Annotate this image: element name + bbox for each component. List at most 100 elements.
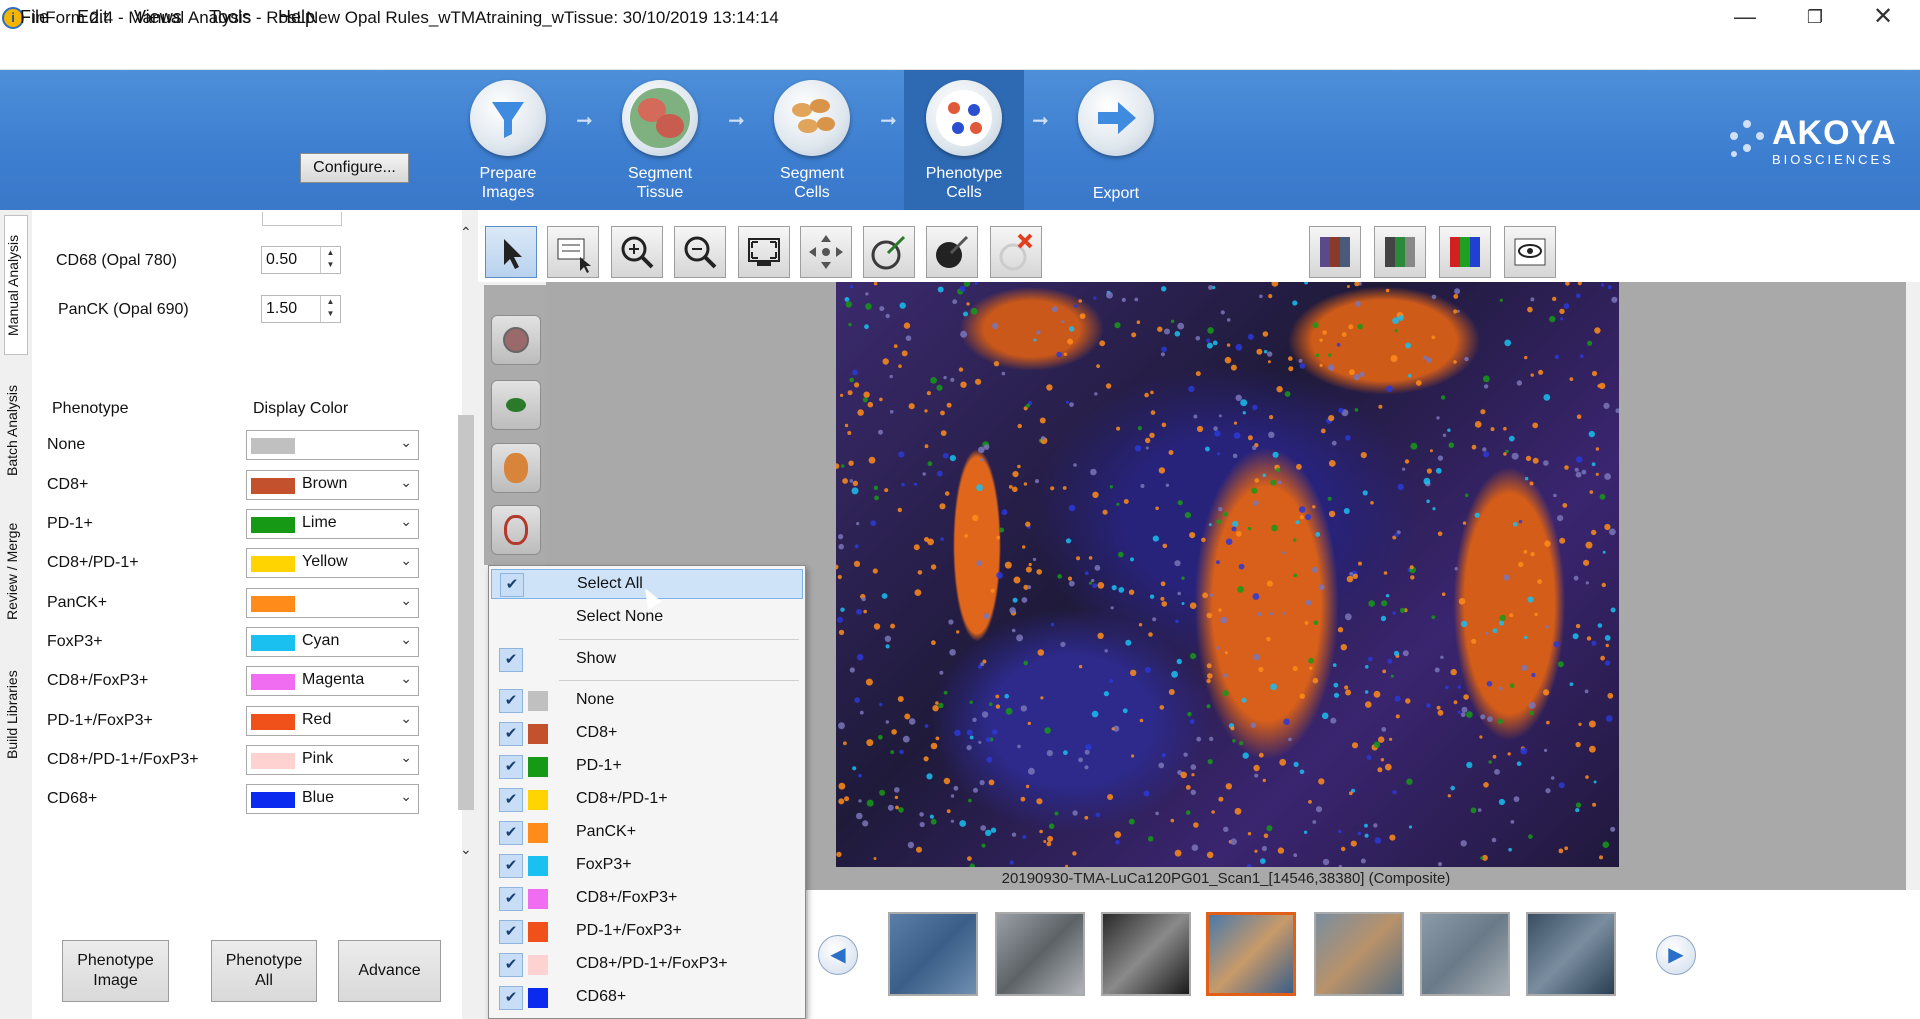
panck-threshold-input[interactable]: 1.50 ▲ ▼ bbox=[261, 295, 341, 323]
cell-dot bbox=[1576, 414, 1582, 419]
cell-dot bbox=[932, 705, 939, 712]
menu-phenotype-item[interactable]: ✔ CD8+/PD-1+/FoxP3+ bbox=[491, 950, 803, 980]
cell-dot bbox=[844, 297, 850, 302]
menu-phenotype-item[interactable]: ✔ CD8+/PD-1+ bbox=[491, 785, 803, 815]
cell-dot bbox=[1288, 737, 1292, 742]
menu-phenotype-item[interactable]: ✔ CD8+/FoxP3+ bbox=[491, 884, 803, 914]
draw-region-icon[interactable] bbox=[863, 226, 915, 278]
cell-dot bbox=[1549, 315, 1556, 323]
cell-dot bbox=[1090, 468, 1097, 476]
thumbnail[interactable] bbox=[995, 912, 1085, 996]
thumbnail[interactable] bbox=[888, 912, 978, 996]
select-list-icon[interactable] bbox=[547, 226, 599, 278]
cell-dot bbox=[1510, 820, 1515, 824]
thumbnail-selected[interactable] bbox=[1206, 912, 1296, 996]
configure-button[interactable]: Configure... bbox=[300, 153, 409, 183]
cell-dot bbox=[838, 534, 844, 540]
menu-phenotype-item[interactable]: ✔ CD68+ bbox=[491, 983, 803, 1013]
thumbnail[interactable] bbox=[1314, 912, 1404, 996]
tissue-image[interactable] bbox=[833, 280, 1620, 869]
step-segment-tissue[interactable]: Segment Tissue bbox=[600, 70, 720, 210]
zoom-out-icon[interactable] bbox=[674, 226, 726, 278]
cell-dot bbox=[854, 382, 860, 388]
clear-region-icon[interactable] bbox=[990, 226, 1042, 278]
cell-dot bbox=[1354, 281, 1360, 287]
menu-phenotype-item[interactable]: ✔ PD-1+/FoxP3+ bbox=[491, 917, 803, 947]
menu-phenotype-item[interactable]: ✔ CD8+ bbox=[491, 719, 803, 749]
display-color-select[interactable]: ⌄ bbox=[246, 430, 419, 460]
zoom-in-icon[interactable] bbox=[611, 226, 663, 278]
cell-dot bbox=[1104, 649, 1108, 653]
menu-help[interactable]: Help bbox=[278, 7, 315, 28]
display-color-select[interactable]: ⌄ bbox=[246, 588, 419, 618]
display-color-select[interactable]: Red ⌄ bbox=[246, 706, 419, 736]
close-button[interactable]: ✕ bbox=[1848, 0, 1918, 36]
display-color-select[interactable]: Brown ⌄ bbox=[246, 470, 419, 500]
menu-views[interactable]: Views bbox=[134, 7, 182, 28]
tab-review-merge[interactable]: Review / Merge bbox=[4, 506, 28, 636]
pointer-icon[interactable] bbox=[485, 226, 537, 278]
cell-dot bbox=[1230, 838, 1237, 845]
eye-icon[interactable] bbox=[1504, 226, 1556, 278]
cell-dot bbox=[1063, 750, 1068, 756]
display-color-select[interactable]: Pink ⌄ bbox=[246, 745, 419, 775]
display-color-select[interactable]: Blue ⌄ bbox=[246, 784, 419, 814]
display-color-select[interactable]: Cyan ⌄ bbox=[246, 627, 419, 657]
display-color-select[interactable]: Yellow ⌄ bbox=[246, 548, 419, 578]
cell-dot bbox=[1602, 841, 1610, 848]
cell-dot bbox=[1313, 620, 1319, 625]
scroll-up-arrow[interactable]: ⌃ bbox=[460, 224, 472, 241]
minimize-button[interactable]: — bbox=[1710, 0, 1780, 36]
composite-view-icon[interactable] bbox=[1309, 226, 1361, 278]
cd68-threshold-input[interactable]: 0.50 ▲ ▼ bbox=[261, 246, 341, 274]
display-color-select[interactable]: Lime ⌄ bbox=[246, 509, 419, 539]
advance-button[interactable]: Advance bbox=[338, 940, 441, 1002]
cell-dot bbox=[1569, 682, 1574, 686]
tab-manual-analysis[interactable]: Manual Analysis bbox=[4, 215, 28, 355]
spin-arrows-icon[interactable]: ▲ ▼ bbox=[320, 247, 340, 273]
menu-phenotype-item[interactable]: ✔ FoxP3+ bbox=[491, 851, 803, 881]
fit-to-window-icon[interactable] bbox=[738, 226, 790, 278]
cell-dot bbox=[1293, 538, 1297, 542]
cell-dot bbox=[1099, 340, 1106, 347]
color-swatch bbox=[528, 790, 548, 810]
thumbnail[interactable] bbox=[1526, 912, 1616, 996]
cell-overlay-icon[interactable] bbox=[491, 380, 541, 430]
phenotype-overlay-icon[interactable] bbox=[491, 505, 541, 555]
cell-dot bbox=[1158, 762, 1165, 769]
cell-dot bbox=[1012, 597, 1018, 603]
next-image-arrow[interactable]: ▶ bbox=[1656, 935, 1696, 975]
display-color-select[interactable]: Magenta ⌄ bbox=[246, 666, 419, 696]
menu-tools[interactable]: Tools bbox=[209, 7, 251, 28]
cell-dot bbox=[1599, 855, 1603, 860]
step-segment-cells[interactable]: Segment Cells bbox=[752, 70, 872, 210]
tab-batch-analysis[interactable]: Batch Analysis bbox=[4, 370, 28, 490]
menu-edit[interactable]: Edit bbox=[77, 7, 108, 28]
step-export[interactable]: Export bbox=[1056, 70, 1176, 210]
step-phenotype-cells[interactable]: Phenotype Cells bbox=[904, 70, 1024, 210]
scroll-down-arrow[interactable]: ⌄ bbox=[460, 841, 472, 858]
menu-phenotype-item[interactable]: ✔ None bbox=[491, 686, 803, 716]
spin-arrows-icon[interactable]: ▲ ▼ bbox=[320, 296, 340, 322]
step-prepare-images[interactable]: Prepare Images bbox=[448, 70, 568, 210]
draw-filled-region-icon[interactable] bbox=[926, 226, 978, 278]
cell-dot bbox=[1261, 845, 1267, 852]
cell-dot bbox=[1027, 767, 1035, 775]
tab-build-libraries[interactable]: Build Libraries bbox=[4, 655, 28, 775]
phenotype-all-button[interactable]: Phenotype All bbox=[211, 940, 317, 1002]
scrollbar-thumb[interactable] bbox=[458, 415, 474, 810]
menu-phenotype-item[interactable]: ✔ PD-1+ bbox=[491, 752, 803, 782]
pan-icon[interactable] bbox=[800, 226, 852, 278]
phenotype-image-button[interactable]: Phenotype Image bbox=[62, 940, 169, 1002]
thumbnail[interactable] bbox=[1101, 912, 1191, 996]
thumbnail[interactable] bbox=[1420, 912, 1510, 996]
tissue-overlay-icon[interactable] bbox=[491, 315, 541, 365]
rgb-view-icon[interactable] bbox=[1439, 226, 1491, 278]
menu-show[interactable]: ✔ Show bbox=[491, 645, 803, 675]
restore-button[interactable]: ❐ bbox=[1780, 0, 1850, 36]
menu-file[interactable]: File bbox=[20, 7, 49, 28]
previous-image-arrow[interactable]: ◀ bbox=[818, 935, 858, 975]
grayscale-view-icon[interactable] bbox=[1374, 226, 1426, 278]
menu-phenotype-item[interactable]: ✔ PanCK+ bbox=[491, 818, 803, 848]
segment-overlay-icon[interactable] bbox=[491, 443, 541, 493]
